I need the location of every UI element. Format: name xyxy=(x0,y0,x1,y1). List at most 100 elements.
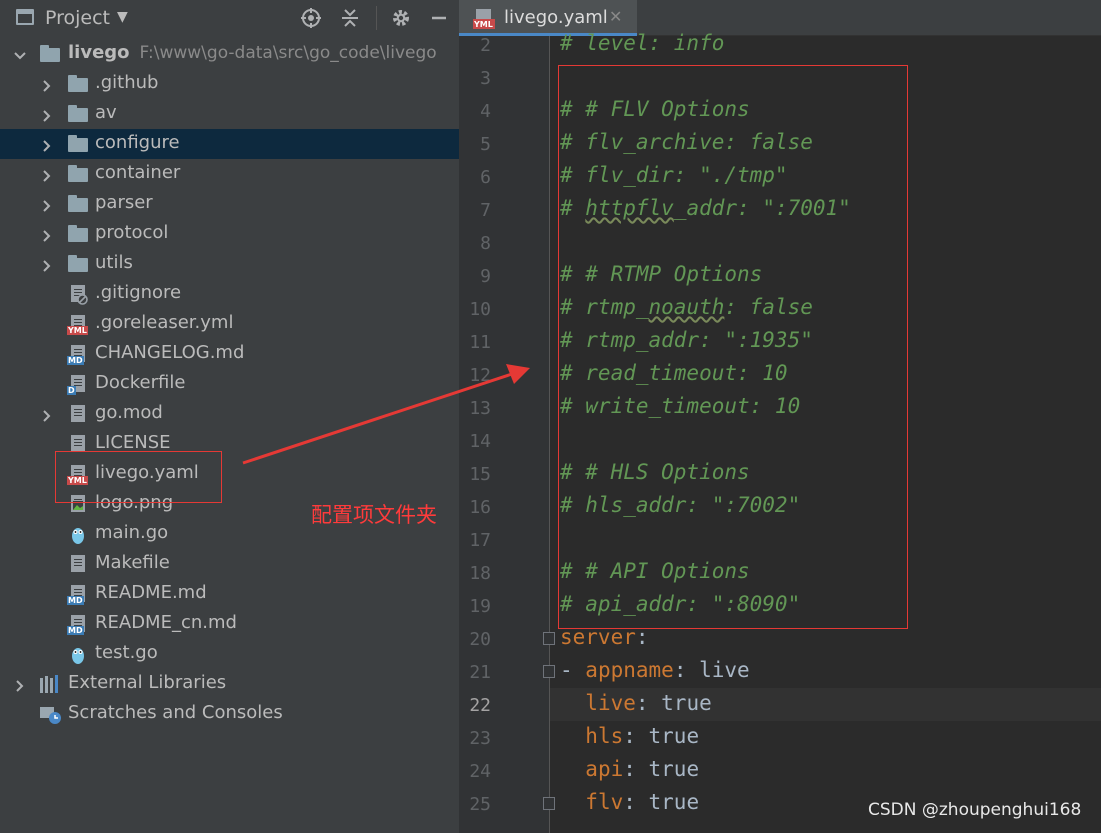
code-line[interactable]: flv: true xyxy=(560,790,699,814)
folder-icon xyxy=(68,225,88,243)
md-file-icon: MD xyxy=(67,345,88,365)
highlight-box-livego-yaml xyxy=(55,451,222,503)
tree-item-av[interactable]: av xyxy=(0,99,459,129)
minimize-icon[interactable] xyxy=(427,6,451,30)
code-token: api xyxy=(585,757,624,781)
line-number: 22 xyxy=(469,695,491,716)
close-icon[interactable]: ✕ xyxy=(609,7,622,26)
chevron-right-icon[interactable] xyxy=(41,257,51,272)
code-token: : live xyxy=(673,658,750,682)
line-number: 23 xyxy=(469,728,491,749)
code-token: : true xyxy=(635,691,712,715)
text-file-icon xyxy=(68,405,88,423)
indent-guide xyxy=(549,36,550,833)
tree-item-gitignore[interactable]: .gitignore xyxy=(0,279,459,309)
tree-item-scratches[interactable]: Scratches and Consoles xyxy=(0,699,459,729)
svg-text:YML: YML xyxy=(473,20,493,29)
code-line[interactable]: hls: true xyxy=(560,724,699,748)
line-number: 3 xyxy=(480,68,491,89)
tree-item-label: Makefile xyxy=(95,552,170,573)
external-libraries-label: External Libraries xyxy=(68,672,227,693)
tree-item-label: .goreleaser.yml xyxy=(95,312,234,333)
tree-item-test-go[interactable]: test.go xyxy=(0,639,459,669)
code-token: live xyxy=(585,691,636,715)
chevron-down-icon[interactable] xyxy=(14,47,26,60)
fold-marker-icon[interactable] xyxy=(543,632,555,645)
tree-item-makefile[interactable]: Makefile xyxy=(0,549,459,579)
tree-item-label: utils xyxy=(95,252,133,273)
folder-icon xyxy=(40,45,60,63)
scratches-label: Scratches and Consoles xyxy=(68,702,283,723)
chevron-right-icon[interactable] xyxy=(41,167,51,182)
line-number: 11 xyxy=(469,332,491,353)
chevron-right-icon[interactable] xyxy=(14,677,24,692)
tree-item-goreleaser-yml[interactable]: YML .goreleaser.yml xyxy=(0,309,459,339)
tree-item-changelog-md[interactable]: MD CHANGELOG.md xyxy=(0,339,459,369)
chevron-down-icon[interactable]: ▼ xyxy=(117,9,128,25)
tree-item-parser[interactable]: parser xyxy=(0,189,459,219)
chevron-right-icon[interactable] xyxy=(41,77,51,92)
line-number: 17 xyxy=(469,530,491,551)
collapse-all-icon[interactable] xyxy=(338,6,362,30)
tree-item-label: protocol xyxy=(95,222,169,243)
tree-item-readme-md[interactable]: MD README.md xyxy=(0,579,459,609)
docker-file-icon: D xyxy=(67,375,88,395)
project-view-selector[interactable]: Project xyxy=(45,7,110,29)
text-file-icon xyxy=(68,555,88,573)
line-number: 12 xyxy=(469,365,491,386)
gear-icon[interactable] xyxy=(389,6,413,30)
go-file-icon xyxy=(68,525,88,544)
tree-root-livego[interactable]: livego F:\www\go-data\src\go_code\livego xyxy=(0,39,459,69)
libraries-icon xyxy=(40,675,60,693)
locate-file-icon[interactable] xyxy=(299,6,323,30)
tree-item-protocol[interactable]: protocol xyxy=(0,219,459,249)
tree-item-external-libraries[interactable]: External Libraries xyxy=(0,669,459,699)
code-line[interactable]: # level: info xyxy=(560,31,724,55)
code-token: # level: info xyxy=(560,31,725,55)
tree-item-label: parser xyxy=(95,192,153,213)
line-number: 6 xyxy=(480,167,491,188)
fold-marker-icon[interactable] xyxy=(543,797,555,810)
chevron-right-icon[interactable] xyxy=(41,227,51,242)
root-folder-path: F:\www\go-data\src\go_code\livego xyxy=(139,43,437,63)
tree-item-label: av xyxy=(95,102,117,123)
tab-label: livego.yaml xyxy=(504,7,608,28)
project-header: Project ▼ xyxy=(0,0,459,36)
yml-file-icon: YML xyxy=(473,9,497,33)
tree-item-go-mod[interactable]: go.mod xyxy=(0,399,459,429)
code-token: appname xyxy=(585,658,674,682)
code-line[interactable]: api: true xyxy=(560,757,699,781)
line-number: 25 xyxy=(469,794,491,815)
folder-icon xyxy=(68,165,88,183)
chevron-right-icon[interactable] xyxy=(41,197,51,212)
yml-file-icon: YML xyxy=(67,315,88,335)
chevron-right-icon[interactable] xyxy=(41,137,51,152)
line-number: 2 xyxy=(480,35,491,56)
line-number: 9 xyxy=(480,266,491,287)
code-token: : true xyxy=(623,790,700,814)
tree-item-readme-cn-md[interactable]: MD README_cn.md xyxy=(0,609,459,639)
fold-marker-icon[interactable] xyxy=(543,665,555,678)
tree-item-label: go.mod xyxy=(95,402,163,423)
tree-item-label: CHANGELOG.md xyxy=(95,342,245,363)
tree-item-configure[interactable]: configure xyxy=(0,129,459,159)
code-line[interactable]: live: true xyxy=(560,691,712,715)
tree-item-github[interactable]: .github xyxy=(0,69,459,99)
project-tool-window: Project ▼ livego F:\www\go-data\src\go_co… xyxy=(0,0,459,833)
line-number: 8 xyxy=(480,233,491,254)
line-number: 7 xyxy=(480,200,491,221)
tree-item-container[interactable]: container xyxy=(0,159,459,189)
folder-icon xyxy=(68,255,88,273)
chevron-right-icon[interactable] xyxy=(41,107,51,122)
code-line[interactable]: - appname: live xyxy=(560,658,750,682)
scratches-icon xyxy=(40,705,61,724)
tree-item-label: configure xyxy=(95,132,180,153)
tree-item-label: .gitignore xyxy=(95,282,182,303)
tree-item-utils[interactable]: utils xyxy=(0,249,459,279)
tree-item-dockerfile[interactable]: D Dockerfile xyxy=(0,369,459,399)
line-number: 20 xyxy=(469,629,491,650)
line-number: 15 xyxy=(469,464,491,485)
line-number: 4 xyxy=(480,101,491,122)
chevron-right-icon[interactable] xyxy=(41,407,51,422)
